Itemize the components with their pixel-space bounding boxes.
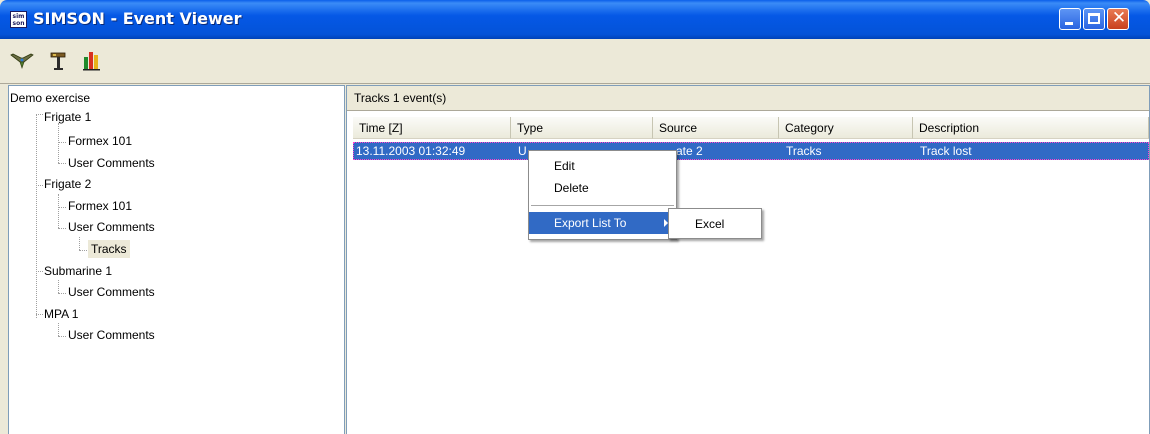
menu-item-delete[interactable]: Delete [529, 177, 676, 199]
cell-category: Tracks [786, 144, 822, 158]
tree-connector [58, 123, 59, 163]
menu-item-export-list-to[interactable]: Export List To [529, 212, 676, 234]
window-title: SIMSON - Event Viewer [33, 9, 242, 28]
app-icon-text-top: sim [12, 13, 25, 20]
export-submenu: Excel [668, 208, 762, 239]
tree-connector [58, 280, 59, 293]
cell-type: U [518, 144, 527, 158]
exercise-tree[interactable]: Demo exercise Frigate 1 Formex 101 User … [8, 85, 345, 434]
cell-source: ate 2 [676, 144, 703, 158]
minimize-button[interactable] [1059, 8, 1081, 30]
tree-connector [58, 194, 59, 228]
maximize-button[interactable] [1083, 8, 1105, 30]
tree-node-frigate-1-user-comments[interactable]: User Comments [68, 154, 155, 172]
column-header-category[interactable]: Category [779, 117, 913, 139]
tree-connector [79, 250, 87, 251]
tree-node-demo-exercise[interactable]: Demo exercise [10, 89, 90, 107]
tree-node-frigate-2[interactable]: Frigate 2 [44, 175, 91, 193]
title-bar[interactable]: sim son SIMSON - Event Viewer ✕ [0, 0, 1150, 39]
tree-connector [58, 207, 66, 208]
tree-node-frigate-2-formex-101[interactable]: Formex 101 [68, 197, 132, 215]
menu-separator [531, 205, 674, 206]
column-header-description[interactable]: Description [913, 117, 1149, 139]
column-header-type[interactable]: Type [511, 117, 653, 139]
plane-icon[interactable] [10, 49, 34, 71]
cell-time: 13.11.2003 01:32:49 [356, 144, 466, 158]
tree-node-frigate-1[interactable]: Frigate 1 [44, 108, 91, 126]
tree-connector [58, 293, 66, 294]
tree-node-frigate-2-user-comments[interactable]: User Comments [68, 218, 155, 236]
tree-node-mpa-1-user-comments[interactable]: User Comments [68, 326, 155, 344]
column-header-source[interactable]: Source [653, 117, 779, 139]
bar-graph-icon[interactable] [82, 49, 102, 71]
close-icon: ✕ [1111, 8, 1127, 28]
radar-tower-icon[interactable] [48, 49, 68, 71]
events-count-label: Tracks 1 event(s) [354, 91, 447, 105]
app-icon-text-bottom: son [12, 20, 25, 27]
events-panel-header: Tracks 1 event(s) [347, 86, 1149, 111]
menu-item-edit[interactable]: Edit [529, 155, 676, 177]
column-header-time[interactable]: Time [Z] [353, 117, 511, 139]
events-panel: Tracks 1 event(s) Time [Z] Type Source C… [346, 85, 1150, 434]
events-table-header: Time [Z] Type Source Category Descriptio… [347, 117, 1149, 139]
simson-app-icon[interactable]: sim son [10, 11, 27, 28]
tree-connector [58, 142, 66, 143]
table-row[interactable]: 13.11.2003 01:32:49 U ate 2 Tracks Track… [353, 142, 1149, 160]
minimize-icon [1065, 22, 1073, 25]
export-list-to-label: Export List To [554, 216, 627, 230]
tree-node-submarine-1[interactable]: Submarine 1 [44, 262, 112, 280]
close-button[interactable]: ✕ [1107, 8, 1129, 30]
tree-connector [36, 114, 43, 115]
tree-connector [58, 228, 66, 229]
tree-node-submarine-1-user-comments[interactable]: User Comments [68, 283, 155, 301]
tree-node-mpa-1[interactable]: MPA 1 [44, 305, 78, 323]
tree-connector [58, 323, 59, 336]
toolbar [0, 39, 1150, 84]
tree-connector [36, 271, 43, 272]
tree-connector [36, 114, 37, 318]
tree-connector [58, 163, 66, 164]
cell-description: Track lost [920, 144, 972, 158]
maximize-icon [1088, 13, 1100, 24]
tree-connector [58, 336, 66, 337]
tree-connector [36, 185, 43, 186]
tree-node-frigate-1-formex-101[interactable]: Formex 101 [68, 132, 132, 150]
tree-node-tracks[interactable]: Tracks [88, 240, 130, 258]
menu-item-excel[interactable]: Excel [669, 213, 761, 235]
context-menu: Edit Delete Export List To [528, 150, 677, 240]
tree-connector [79, 237, 80, 250]
tree-connector [36, 314, 43, 315]
